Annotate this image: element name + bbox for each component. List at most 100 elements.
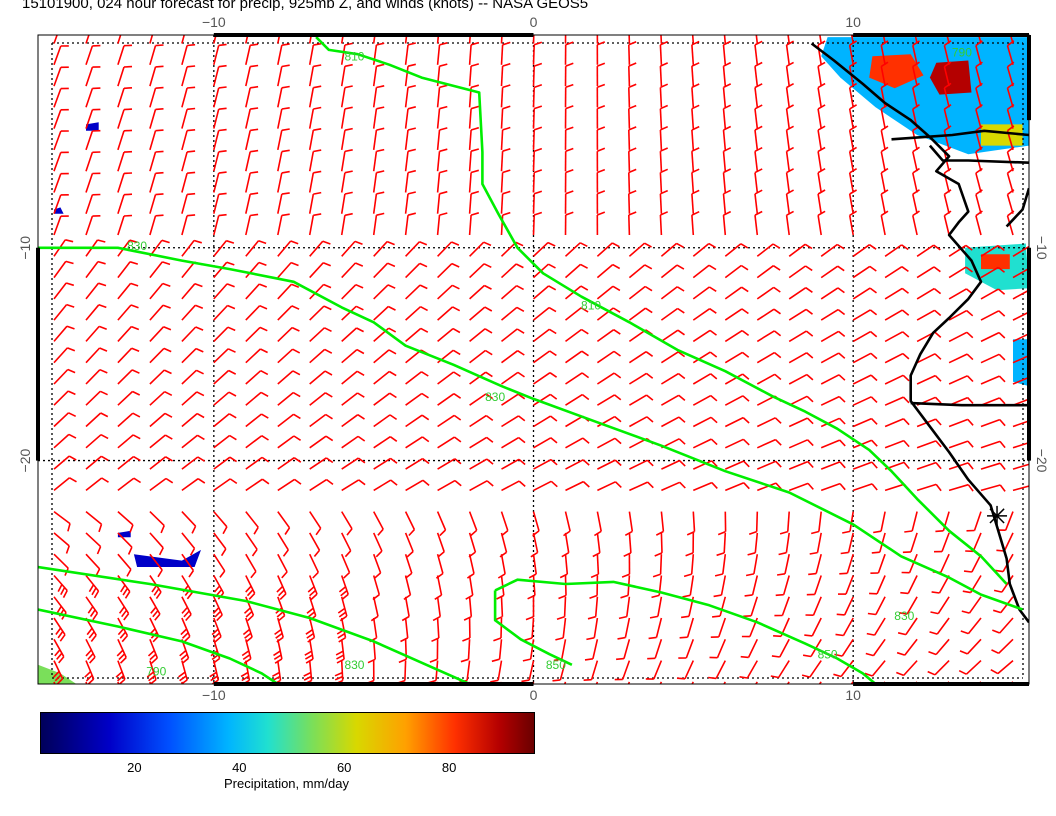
barb-feather (1032, 420, 1037, 426)
barb-feather (155, 108, 164, 111)
barb-feather (645, 699, 653, 700)
barb-staff (500, 66, 504, 87)
wind-barb (563, 681, 567, 684)
barb-staff (181, 681, 184, 684)
barb-feather (218, 107, 227, 110)
barb-staff (532, 193, 535, 214)
barb-staff (500, 108, 504, 129)
barb-feather (250, 192, 259, 195)
barb-feather (836, 613, 845, 616)
wind-barb (627, 681, 631, 684)
barb-feather (250, 85, 259, 89)
barb-feather (155, 86, 164, 89)
barb-staff (532, 66, 535, 87)
lon-tick-label-bottom: 10 (845, 687, 861, 700)
barb-feather (904, 530, 913, 533)
barb-staff (628, 87, 631, 108)
barb-feather (1032, 442, 1037, 448)
wind-barb (146, 681, 153, 699)
contour-label: 790 (146, 664, 166, 678)
wind-barb (116, 681, 122, 700)
barb-feather (408, 22, 416, 24)
barb-feather (155, 129, 164, 132)
barb-staff (628, 66, 631, 87)
barb-feather (935, 530, 944, 533)
barb-feather (692, 20, 699, 23)
barb-feather (552, 679, 561, 682)
barb-feather (187, 171, 196, 174)
barb-feather (146, 694, 153, 699)
barb-feather (959, 690, 966, 694)
wind-barb (178, 681, 185, 700)
lon-tick-label-bottom: −10 (202, 687, 226, 700)
barb-feather (218, 171, 227, 174)
contour-label: 850 (818, 647, 838, 661)
lat-tick-label-left: −20 (17, 448, 33, 472)
barb-feather (123, 108, 133, 111)
barb-staff (628, 129, 631, 150)
barb-feather (123, 193, 133, 196)
barb-feather (187, 107, 196, 111)
lon-tick-label-bottom: 0 (530, 687, 538, 700)
barb-feather (250, 43, 259, 47)
barb-staff (659, 554, 663, 575)
barb-feather (334, 698, 342, 700)
barb-feather (250, 64, 259, 68)
barb-feather (740, 655, 749, 659)
barb-feather (648, 636, 657, 640)
barb-feather (867, 612, 876, 616)
barb-feather (804, 634, 813, 637)
barb-feather (123, 87, 133, 90)
barb-feather (250, 23, 258, 24)
contour-label: 830 (127, 239, 147, 253)
barb-feather (583, 678, 592, 681)
barb-feather (818, 20, 825, 24)
barb-feather (84, 693, 90, 698)
barb-staff (659, 151, 663, 172)
barb-feather (218, 86, 227, 89)
barb-staff (500, 172, 504, 193)
barb-feather (178, 698, 185, 700)
barb-feather (990, 689, 997, 693)
barb-staff (628, 35, 631, 44)
contour-label: 810 (581, 298, 601, 312)
barb-feather (773, 635, 782, 638)
barb-staff (532, 44, 535, 65)
barb-feather (155, 193, 164, 196)
barb-feather (1032, 398, 1037, 404)
contour-label: 810 (344, 50, 364, 64)
barb-staff (404, 660, 407, 681)
barb-feather (218, 128, 227, 132)
lat-tick-label-right: −10 (1034, 236, 1050, 260)
barb-staff (532, 129, 535, 150)
barb-staff (500, 129, 504, 150)
barb-feather (116, 697, 122, 700)
barb-feather (900, 591, 909, 595)
colorbar-tick-label: 60 (336, 760, 352, 775)
barb-feather (976, 20, 983, 25)
barb-feather (707, 698, 715, 699)
barb-feather (155, 214, 164, 217)
barb-feather (471, 21, 479, 23)
lon-tick-label-top: 0 (530, 14, 538, 30)
colorbar-tick-label: 80 (441, 760, 457, 775)
contour-label: 830 (485, 390, 505, 404)
colorbar-label: Precipitation, mm/day (224, 776, 349, 791)
barb-feather (963, 570, 972, 573)
barb-feather (738, 697, 746, 699)
barb-feather (187, 23, 195, 24)
wind-barb (84, 681, 90, 698)
barb-staff (532, 151, 535, 172)
barb-feather (218, 213, 227, 217)
barb-feather (334, 694, 342, 697)
barb-staff (500, 193, 504, 214)
barb-feather (676, 698, 684, 699)
barb-feather (840, 551, 849, 555)
barb-feather (708, 676, 717, 680)
barb-staff (659, 129, 663, 150)
barb-feather (584, 658, 594, 661)
barb-feather (272, 698, 279, 700)
barb-feather (282, 23, 290, 24)
wind-barb (645, 681, 663, 700)
barb-feather (839, 572, 848, 575)
